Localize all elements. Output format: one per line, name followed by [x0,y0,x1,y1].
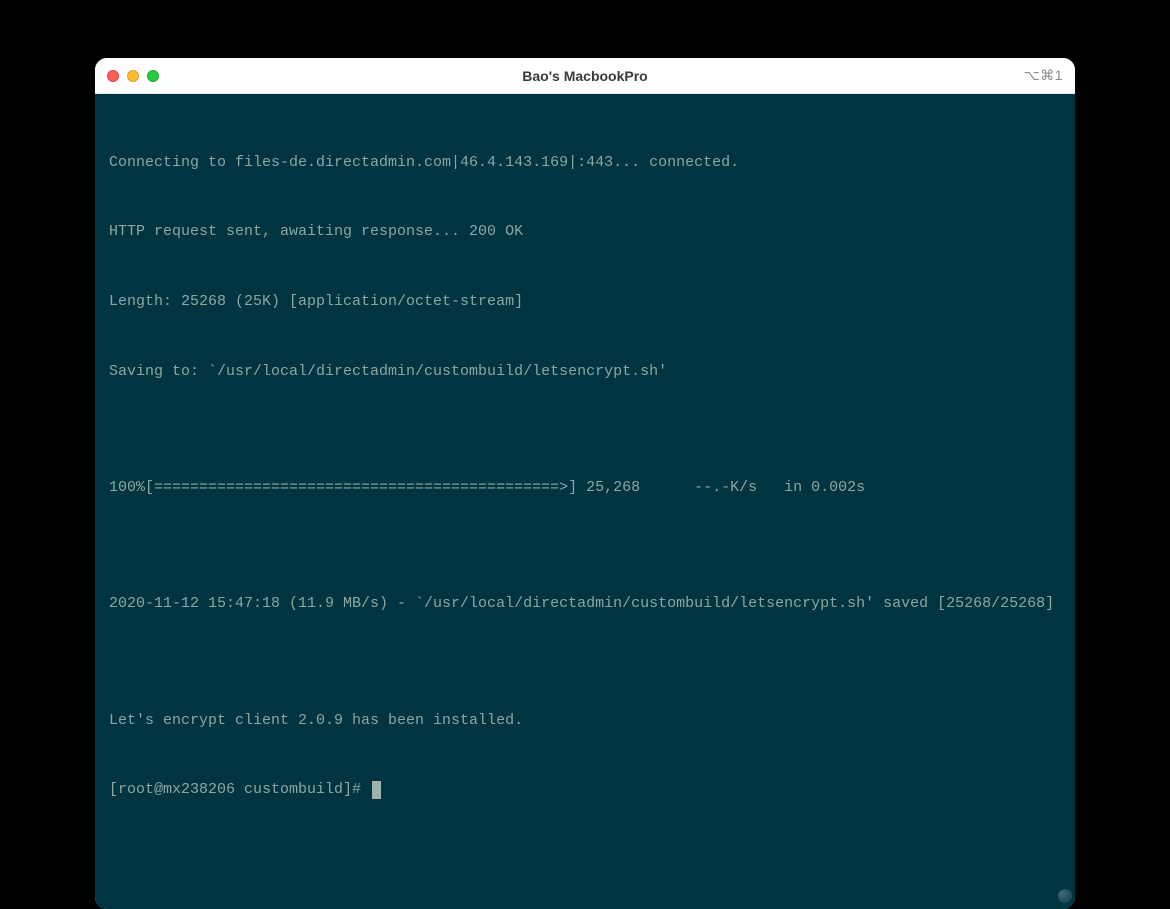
terminal-window: Bao's MacbookPro ⌥⌘1 Connecting to files… [95,58,1075,909]
window-shortcut-indicator: ⌥⌘1 [1024,67,1063,84]
window-title: Bao's MacbookPro [95,68,1075,84]
titlebar[interactable]: Bao's MacbookPro ⌥⌘1 [95,58,1075,94]
terminal-prompt-line[interactable]: [root@mx238206 custombuild]# [109,778,1061,801]
terminal-line: Connecting to files-de.directadmin.com|4… [109,151,1061,174]
terminal-prompt: [root@mx238206 custombuild]# [109,778,370,801]
scroll-thumb-icon[interactable] [1058,889,1072,903]
terminal-line: Saving to: `/usr/local/directadmin/custo… [109,360,1061,383]
terminal-line: 2020-11-12 15:47:18 (11.9 MB/s) - `/usr/… [109,592,1061,615]
terminal-line: Length: 25268 (25K) [application/octet-s… [109,290,1061,313]
scrollbar[interactable] [1057,94,1075,909]
terminal-line: HTTP request sent, awaiting response... … [109,220,1061,243]
terminal-progress-line: 100%[===================================… [109,476,1061,499]
traffic-lights [107,70,159,82]
cursor-icon [372,781,381,799]
zoom-icon[interactable] [147,70,159,82]
minimize-icon[interactable] [127,70,139,82]
terminal-line: Let's encrypt client 2.0.9 has been inst… [109,709,1061,732]
close-icon[interactable] [107,70,119,82]
terminal-output[interactable]: Connecting to files-de.directadmin.com|4… [95,94,1075,909]
